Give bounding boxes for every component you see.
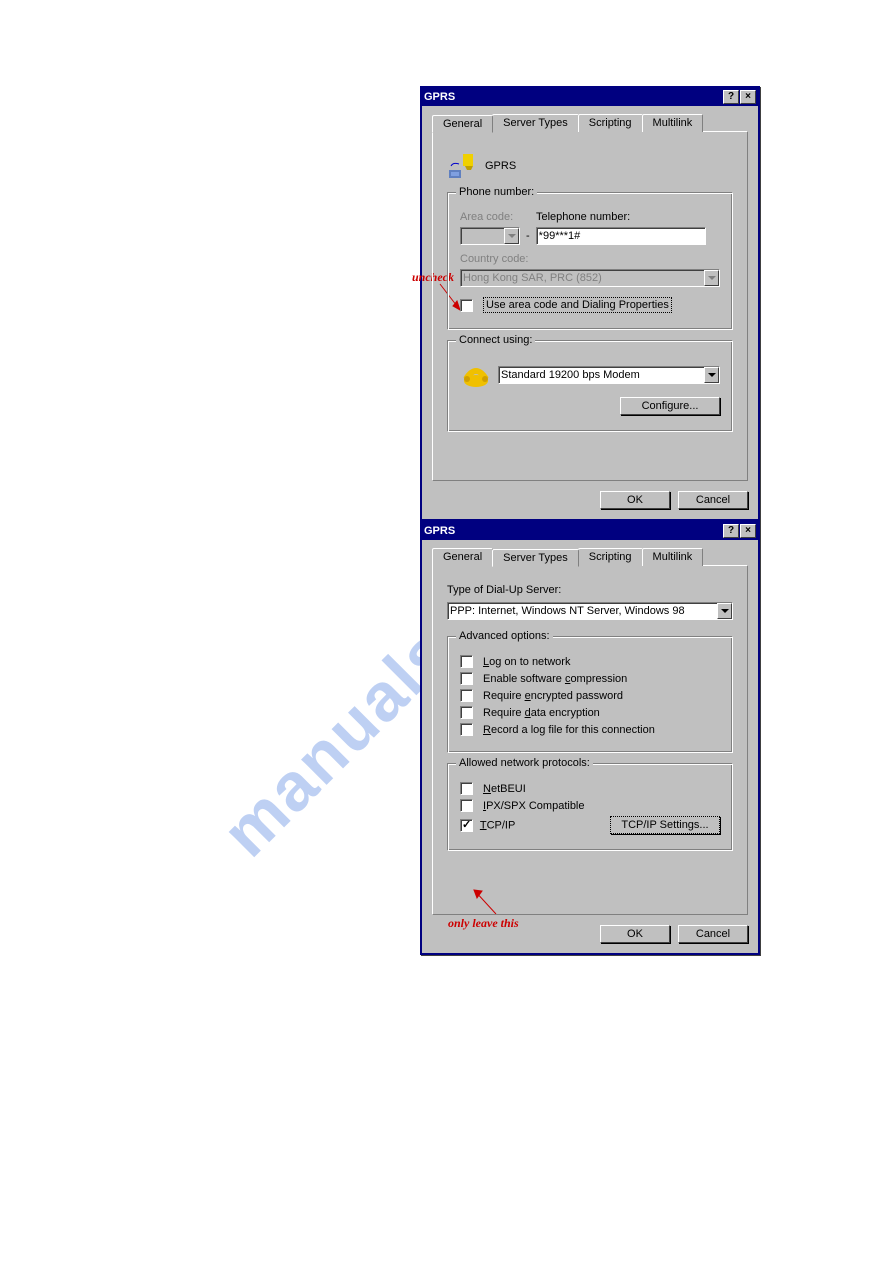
tab-scripting[interactable]: Scripting — [578, 548, 643, 566]
encpw-label: Require encrypted password — [483, 690, 623, 702]
use-areacode-label: Use area code and Dialing Properties — [483, 297, 672, 313]
encdata-checkbox[interactable] — [460, 706, 473, 719]
dialog-gprs-general: GPRS ? × General Server Types Scripting … — [420, 86, 760, 521]
group-proto-label: Allowed network protocols: — [456, 757, 593, 769]
tab-multilink[interactable]: Multilink — [642, 548, 704, 566]
encpw-checkbox[interactable] — [460, 689, 473, 702]
ok-button[interactable]: OK — [600, 491, 670, 509]
group-phone-label: Phone number: — [456, 186, 537, 198]
tcpip-label: TCP/IP — [480, 819, 515, 831]
dialog-gprs-servertypes: GPRS ? × General Server Types Scripting … — [420, 520, 760, 955]
use-areacode-checkbox[interactable] — [460, 299, 473, 312]
compression-checkbox[interactable] — [460, 672, 473, 685]
modem-combo[interactable] — [498, 366, 720, 384]
logfile-checkbox[interactable] — [460, 723, 473, 736]
logon-checkbox[interactable] — [460, 655, 473, 668]
help-button[interactable]: ? — [723, 90, 739, 104]
close-button[interactable]: × — [740, 524, 756, 538]
ipx-label: IPX/SPX Compatible — [483, 800, 585, 812]
titlebar: GPRS ? × — [422, 522, 758, 540]
group-connect-label: Connect using: — [456, 334, 535, 346]
annotation-only-leave-this: only leave this — [448, 916, 519, 931]
logon-label: Log on to network — [483, 656, 570, 668]
group-phone-number: Phone number: Area code: Telephone numbe… — [447, 192, 733, 330]
group-connect-using: Connect using: Configure... — [447, 340, 733, 432]
tab-server-types[interactable]: Server Types — [492, 114, 579, 132]
tcpip-checkbox[interactable] — [460, 819, 473, 832]
telnum-input[interactable] — [536, 227, 706, 245]
cancel-button[interactable]: Cancel — [678, 491, 748, 509]
servertype-combo[interactable] — [447, 602, 733, 620]
help-button[interactable]: ? — [723, 524, 739, 538]
modem-dropdown-icon[interactable] — [704, 367, 719, 383]
window-title: GPRS — [424, 525, 455, 537]
logfile-label: Record a log file for this connection — [483, 724, 655, 736]
countrycode-combo[interactable] — [460, 269, 720, 287]
tcpip-settings-button[interactable]: TCP/IP Settings... — [610, 816, 720, 834]
countrycode-dropdown-icon — [704, 270, 719, 286]
phone-icon — [460, 359, 492, 391]
group-advanced-options: Advanced options: Log on to network Enab… — [447, 636, 733, 753]
tab-server-types[interactable]: Server Types — [492, 549, 579, 567]
compression-label: Enable software compression — [483, 673, 627, 685]
netbeui-checkbox[interactable] — [460, 782, 473, 795]
window-title: GPRS — [424, 91, 455, 103]
tab-general[interactable]: General — [432, 115, 493, 133]
cancel-button[interactable]: Cancel — [678, 925, 748, 943]
netbeui-label: NetBEUI — [483, 783, 526, 795]
telnum-label: Telephone number: — [536, 211, 630, 223]
areacode-dropdown-icon — [504, 228, 519, 244]
ok-button[interactable]: OK — [600, 925, 670, 943]
close-button[interactable]: × — [740, 90, 756, 104]
servertype-dropdown-icon[interactable] — [717, 603, 732, 619]
countrycode-label: Country code: — [460, 253, 528, 265]
tab-general[interactable]: General — [432, 548, 493, 566]
encdata-label: Require data encryption — [483, 707, 600, 719]
connection-name: GPRS — [485, 160, 516, 172]
ipx-checkbox[interactable] — [460, 799, 473, 812]
dash-separator: - — [526, 230, 530, 242]
group-adv-label: Advanced options: — [456, 630, 553, 642]
titlebar: GPRS ? × — [422, 88, 758, 106]
typeofserver-label: Type of Dial-Up Server: — [447, 584, 733, 596]
tab-multilink[interactable]: Multilink — [642, 114, 704, 132]
areacode-label: Area code: — [460, 211, 530, 223]
configure-button[interactable]: Configure... — [620, 397, 720, 415]
connection-icon — [447, 150, 479, 182]
group-network-protocols: Allowed network protocols: NetBEUI IPX/S… — [447, 763, 733, 851]
tab-scripting[interactable]: Scripting — [578, 114, 643, 132]
